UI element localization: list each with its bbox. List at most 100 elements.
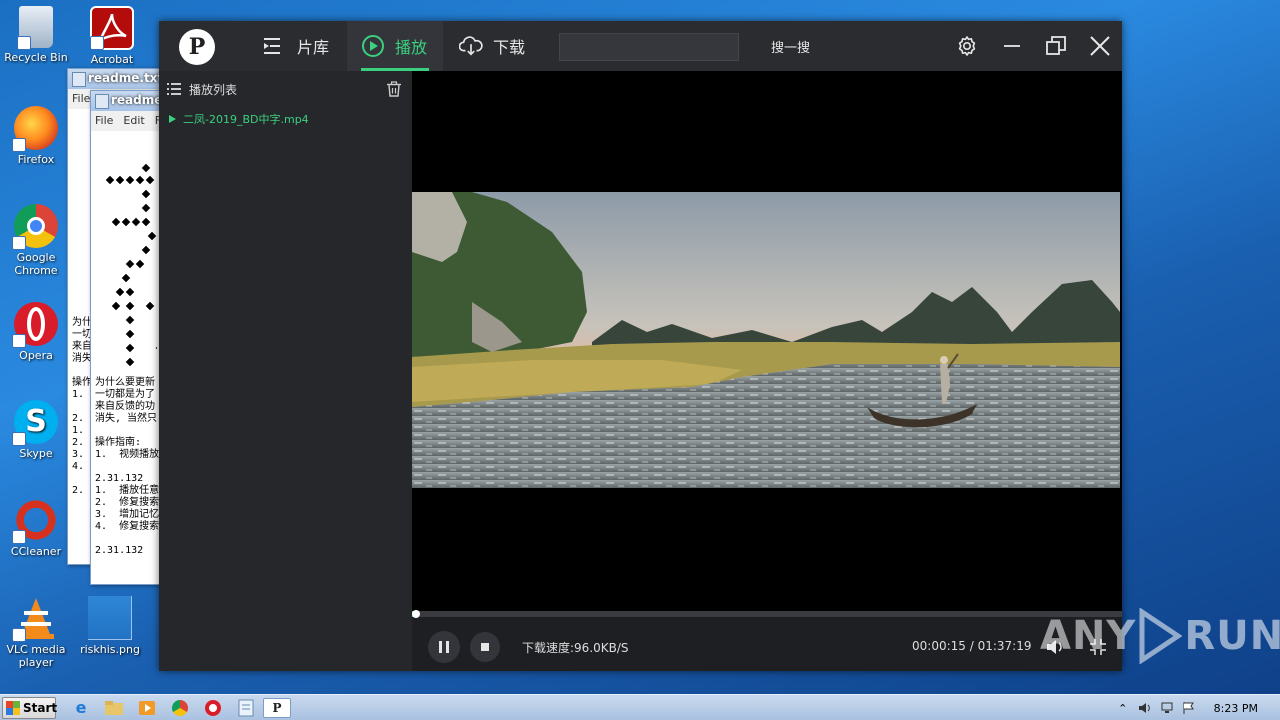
notepad-line — [95, 305, 159, 317]
notepad-line: 2.31.132 — [95, 545, 144, 556]
notepad-line — [95, 293, 159, 305]
notepad-window-front[interactable]: readme. File Edit F 为什么要更新 一切都是为了 来自反馈的功… — [90, 90, 168, 585]
pause-button[interactable] — [428, 631, 460, 663]
desktop-icon-label: Opera — [19, 349, 53, 362]
tab-label: 下载 — [493, 38, 526, 57]
desktop-icon-label: CCleaner — [10, 545, 62, 558]
time-display: 00:00:15 / 01:37:19 — [912, 639, 1031, 653]
time-separator: / — [965, 639, 978, 653]
desktop-icon-label: Acrobat — [90, 53, 134, 66]
notepad-line — [95, 329, 159, 341]
notepad-line — [95, 461, 159, 473]
opera-icon — [12, 302, 58, 348]
opera-taskbar-icon[interactable] — [202, 698, 224, 718]
desktop-icon-riskhis[interactable]: riskhis.png — [74, 596, 146, 656]
search-input[interactable] — [559, 33, 739, 61]
ie-icon[interactable]: e — [70, 698, 92, 718]
taskbar: Start e P ⌃ 8:23 PM — [0, 694, 1280, 720]
player-taskbar-icon[interactable]: P — [263, 697, 291, 718]
desktop-icon-recycle-bin[interactable]: Recycle Bin — [0, 6, 72, 64]
search-button[interactable]: 搜一搜 — [771, 37, 810, 56]
notepad-line — [95, 281, 159, 293]
notepad-title[interactable]: readme. — [91, 91, 167, 111]
start-button[interactable]: Start — [2, 696, 58, 719]
progress-knob[interactable] — [412, 610, 420, 618]
desktop-icon-vlc[interactable]: VLC media player — [0, 596, 72, 669]
notepad-line — [95, 221, 159, 233]
notepad-text[interactable]: 为什么要更新 一切都是为了 来自反馈的功 消失, 当然只 操作指南: 1. 视频播放 2.3… — [91, 131, 167, 571]
notepad-line: 来自反馈的功 — [95, 401, 155, 412]
desktop-icon-label: Skype — [19, 447, 53, 460]
clock[interactable]: 8:23 PM — [1214, 702, 1258, 715]
menu-file[interactable]: File — [95, 114, 113, 127]
notepad-line — [95, 341, 159, 353]
playlist-item[interactable]: 二凤-2019_BD中字.mp4 — [159, 107, 412, 131]
minimize-icon[interactable] — [1000, 34, 1024, 58]
notepad-line — [95, 233, 159, 245]
trash-icon[interactable] — [386, 81, 402, 97]
tab-play[interactable]: 播放 — [347, 21, 443, 71]
player-window[interactable]: P 片库 播放 下载 搜一搜 播放列表 二凤-2019_BD中字.mp4 下载速… — [159, 21, 1122, 671]
watermark-text-right: RUN — [1184, 613, 1280, 659]
stop-icon — [481, 643, 489, 651]
menu-edit[interactable]: Edit — [123, 114, 144, 127]
current-time: 00:00:15 — [912, 639, 966, 653]
notepad-line — [95, 149, 159, 161]
notepad-line — [95, 365, 159, 377]
desktop-icon-opera[interactable]: Opera — [0, 302, 72, 362]
restore-icon[interactable] — [1044, 34, 1068, 58]
notepad-taskbar-icon[interactable] — [235, 698, 257, 718]
desktop-icon-skype[interactable]: S Skype — [0, 400, 72, 460]
explorer-icon[interactable] — [103, 698, 125, 718]
notepad-line — [95, 137, 159, 149]
notepad-line: 操作指南: — [95, 437, 142, 448]
notepad-line — [95, 533, 159, 545]
video-area[interactable] — [412, 71, 1122, 611]
skype-icon: S — [12, 400, 58, 446]
action-center-flag-icon[interactable] — [1181, 700, 1197, 716]
stop-button[interactable] — [470, 632, 500, 662]
notepad-line: 4. 修复搜索 — [95, 521, 160, 532]
notepad-line: 一切都是为了 — [95, 389, 155, 400]
speaker-icon[interactable] — [1137, 700, 1153, 716]
tab-download[interactable]: 下载 — [459, 21, 535, 71]
media-player-icon[interactable] — [136, 698, 158, 718]
chrome-icon — [12, 204, 58, 250]
desktop-icon-firefox[interactable]: Firefox — [0, 106, 72, 166]
notepad-title[interactable]: readme.txt - — [68, 69, 166, 89]
start-label: Start — [23, 700, 58, 715]
notepad-line — [95, 425, 159, 437]
notepad-line — [95, 269, 159, 281]
network-icon[interactable] — [1159, 700, 1175, 716]
desktop-icon-acrobat[interactable]: Acrobat — [76, 6, 148, 66]
notepad-line — [95, 245, 159, 257]
notepad-line: 2. 修复搜索 — [95, 497, 160, 508]
notepad-line: 1. 播放任意 — [95, 485, 160, 496]
desktop-icon-ccleaner[interactable]: CCleaner — [0, 498, 72, 558]
desktop-icon-label: Firefox — [17, 153, 55, 166]
notepad-line — [95, 185, 159, 197]
desktop-icon-label: Google Chrome — [14, 251, 58, 277]
image-file-icon — [88, 596, 132, 640]
desktop-icon-chrome[interactable]: Google Chrome — [0, 204, 72, 277]
menu-file[interactable]: File — [72, 92, 90, 105]
control-bar: 下载速度:96.0KB/S 00:00:15 / 01:37:19 — [412, 610, 1122, 671]
show-hidden-icons-icon[interactable]: ⌃ — [1115, 700, 1131, 716]
playing-indicator-icon — [169, 115, 176, 123]
progress-bar[interactable] — [412, 610, 1122, 618]
notepad-line — [95, 353, 159, 365]
close-icon[interactable] — [1088, 34, 1112, 58]
player-header: P 片库 播放 下载 搜一搜 — [159, 21, 1122, 71]
notepad-line: 1. 视频播放 — [95, 449, 160, 460]
app-logo[interactable]: P — [179, 29, 215, 65]
tab-label: 播放 — [395, 38, 428, 57]
notepad-line: 3. 增加记忆 — [95, 509, 160, 520]
chrome-taskbar-icon[interactable] — [169, 698, 191, 718]
playlist-title: 播放列表 — [189, 82, 238, 97]
settings-icon[interactable] — [955, 34, 979, 58]
tab-library[interactable]: 片库 — [263, 21, 339, 71]
notepad-menu: File Edit F — [91, 111, 167, 131]
tab-label: 片库 — [297, 38, 330, 57]
play-circle-icon — [361, 34, 385, 58]
anyrun-watermark: ANY RUN — [1040, 608, 1280, 664]
